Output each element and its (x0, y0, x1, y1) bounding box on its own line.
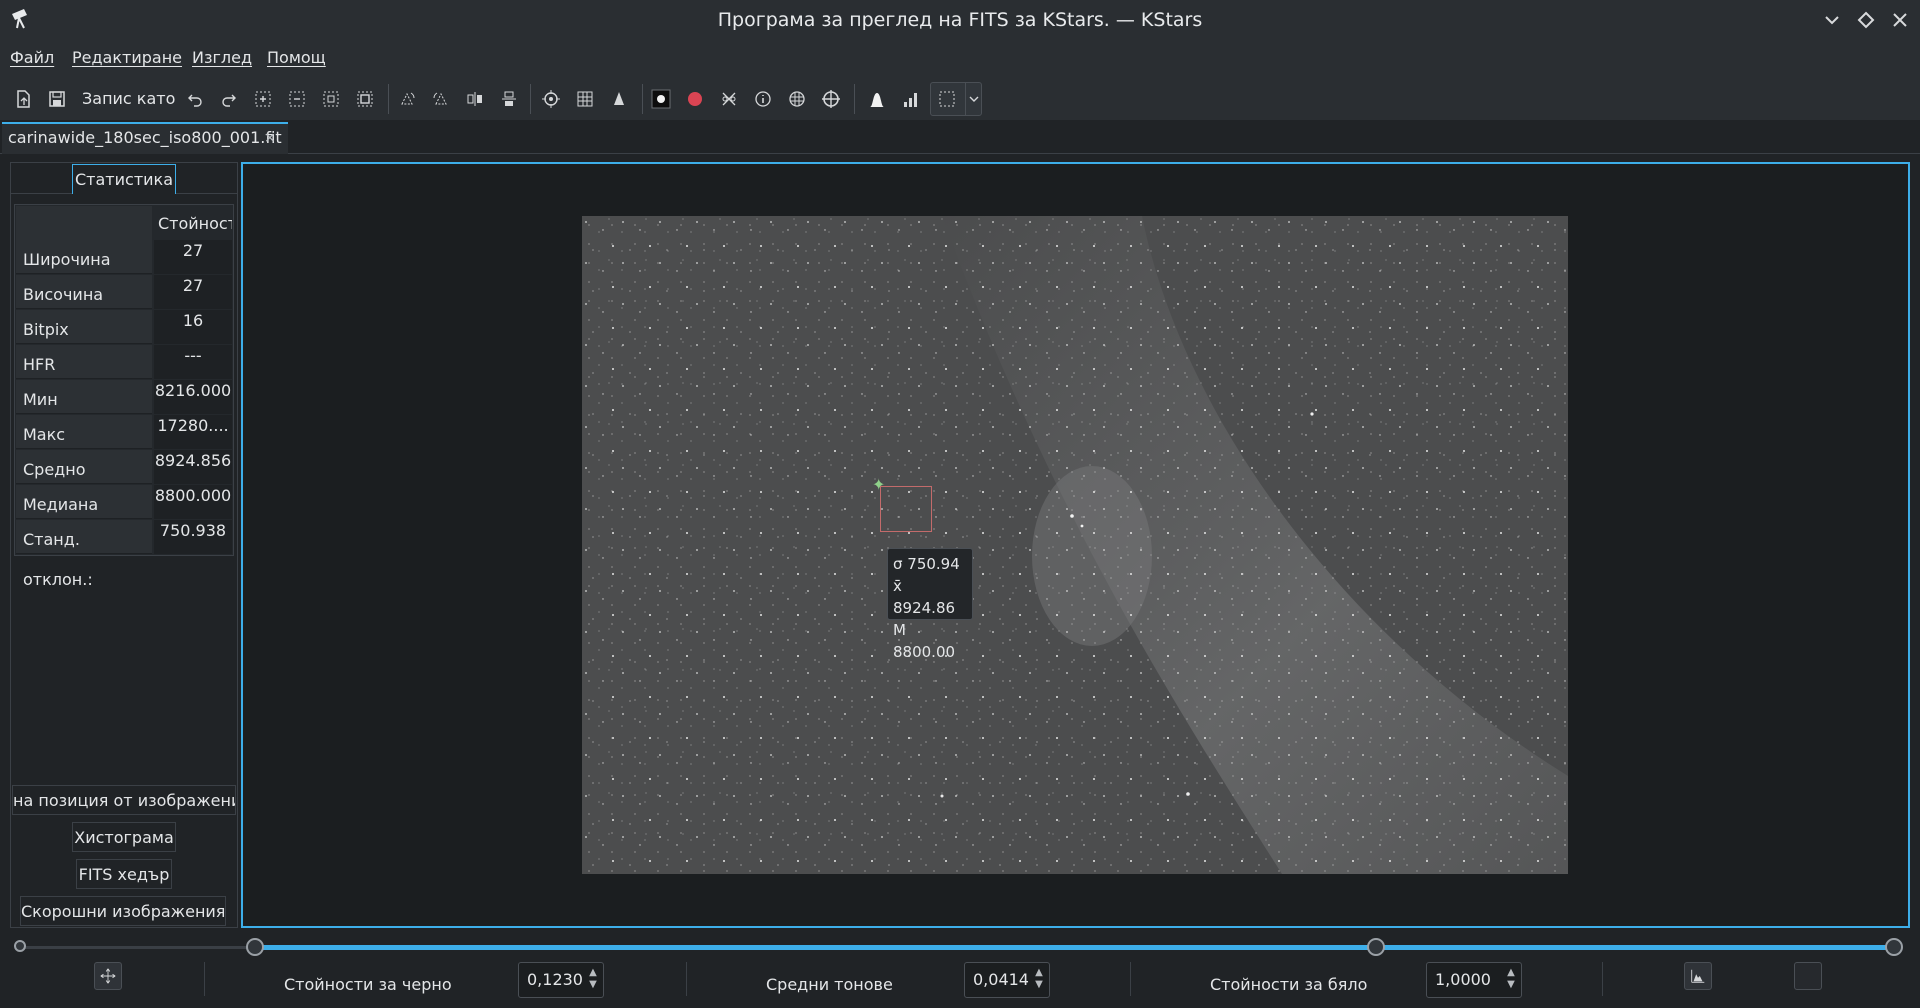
row-label-mean: Средно (16, 450, 152, 484)
fits-image[interactable] (582, 216, 1568, 874)
rotate-ccw-icon[interactable] (426, 84, 456, 114)
save-icon[interactable] (42, 84, 72, 114)
star-field (582, 216, 1568, 874)
flip-horizontal-icon[interactable] (460, 84, 490, 114)
zoom-in-icon[interactable] (248, 84, 278, 114)
row-value-max: 17280.... (154, 415, 232, 449)
row-label-width: Широчина (16, 240, 152, 274)
spin-arrows-icon[interactable]: ▲ ▼ (587, 967, 599, 993)
mark-stars-icon[interactable] (646, 84, 676, 114)
slider-black-handle[interactable] (246, 938, 264, 956)
open-icon[interactable] (8, 84, 38, 114)
row-label-min: Мин (16, 380, 152, 414)
star-profile-icon[interactable] (604, 84, 634, 114)
spin-arrows-icon[interactable]: ▲ ▼ (1033, 967, 1045, 993)
row-value-mean: 8924.856 (154, 450, 232, 484)
midtones-label: Средни тонове (766, 975, 893, 994)
black-point-label: Стойности за черно (284, 975, 452, 994)
row-label-median: Медиана (16, 485, 152, 519)
stretch-icon[interactable] (862, 84, 892, 114)
histogram-icon[interactable] (896, 84, 926, 114)
tab-position[interactable]: на позиция от изображения (12, 785, 236, 815)
rotate-cw-icon[interactable] (392, 84, 422, 114)
star-marker-icon: ✦ (872, 475, 886, 494)
tooltip-sigma: σ 750.94 (893, 555, 960, 573)
selection-icon (937, 89, 957, 113)
menu-help[interactable]: Помощ (267, 40, 326, 76)
midtones-value: 0,0414 (973, 970, 1029, 989)
menu-view[interactable]: Изглед (192, 40, 252, 76)
crosshair-icon[interactable] (536, 84, 566, 114)
row-value-width: 27 (154, 240, 232, 274)
black-point-value: 0,1230 (527, 970, 583, 989)
row-label-stddev: Станд. отклон.: (16, 520, 152, 589)
toolbar-separator (854, 84, 855, 114)
tab-document-label: carinawide_180sec_iso800_001.fit (8, 128, 282, 147)
save-as-button[interactable]: Запис като (82, 84, 175, 114)
row-value-height: 27 (154, 275, 232, 309)
selection-dropdown[interactable] (930, 82, 982, 116)
slider-min-handle[interactable] (14, 940, 26, 952)
white-point-value: 1,0000 (1435, 970, 1491, 989)
slider-midtone-handle[interactable] (1367, 938, 1385, 956)
tooltip-median: M 8800.00 (893, 621, 956, 661)
tab-fits-header[interactable]: FITS хедър (76, 859, 172, 889)
tab-recent-images[interactable]: Скорошни изображения (20, 896, 226, 926)
column-header-value: Стойност (154, 210, 232, 240)
row-value-min: 8216.000 (154, 380, 232, 414)
black-point-spinbox[interactable]: 0,1230 ▲ ▼ (518, 962, 604, 998)
toolbar-separator (388, 84, 389, 114)
target-icon[interactable] (816, 84, 846, 114)
flip-vertical-icon[interactable] (494, 84, 524, 114)
spin-arrows-icon[interactable]: ▲ ▼ (1505, 967, 1517, 993)
toolbar-separator (642, 84, 643, 114)
toolbar-separator (530, 84, 531, 114)
row-value-bitpix: 16 (154, 310, 232, 344)
tab-statistics[interactable]: Статистика (72, 164, 176, 194)
record-icon[interactable] (680, 84, 710, 114)
zoom-out-icon[interactable] (282, 84, 312, 114)
preview-toggle-button[interactable] (1794, 962, 1822, 990)
row-value-hfr: --- (154, 345, 232, 379)
row-label-hfr: HFR (16, 345, 152, 379)
auto-stretch-button[interactable] (94, 962, 122, 990)
statistics-tooltip: σ 750.94 x̄ 8924.86 M 8800.00 (887, 548, 973, 661)
row-value-median: 8800.000 (154, 485, 232, 519)
zoom-actual-icon[interactable] (350, 84, 380, 114)
tooltip-mean: x̄ 8924.86 (893, 577, 956, 617)
undo-icon[interactable] (180, 84, 210, 114)
window-title: Програма за преглед на FITS за KStars. —… (717, 9, 1203, 31)
row-label-height: Височина (16, 275, 152, 309)
histogram-view-button[interactable] (1684, 962, 1712, 990)
tab-bar (0, 120, 1920, 154)
row-value-stddev: 750.938 (154, 520, 232, 554)
chevron-down-icon (968, 91, 980, 111)
grid-icon[interactable] (570, 84, 600, 114)
row-label-max: Макс (16, 415, 152, 449)
histogram-icon (1691, 969, 1705, 983)
minimize-icon[interactable] (1820, 8, 1844, 32)
info-icon[interactable] (748, 84, 778, 114)
objects-icon[interactable] (782, 84, 812, 114)
zoom-fit-icon[interactable] (316, 84, 346, 114)
white-point-label: Стойности за бяло (1210, 975, 1368, 994)
redo-icon[interactable] (214, 84, 244, 114)
selection-box[interactable] (880, 486, 932, 532)
stretch-slider-range (256, 945, 1896, 950)
slider-white-handle[interactable] (1885, 938, 1903, 956)
midtones-spinbox[interactable]: 0,0414 ▲ ▼ (964, 962, 1050, 998)
menu-file[interactable]: Файл (10, 40, 54, 76)
table-corner (16, 206, 152, 240)
tab-histogram[interactable]: Хистограма (72, 822, 176, 852)
maximize-icon[interactable] (1854, 8, 1878, 32)
move-icon (100, 968, 116, 984)
menu-edit[interactable]: Редактиране (72, 40, 182, 76)
white-point-spinbox[interactable]: 1,0000 ▲ ▼ (1426, 962, 1522, 998)
tab-close-icon[interactable]: × (264, 126, 280, 150)
close-icon[interactable] (1888, 8, 1912, 32)
detect-stars-icon[interactable] (714, 84, 744, 114)
row-label-bitpix: Bitpix (16, 310, 152, 344)
